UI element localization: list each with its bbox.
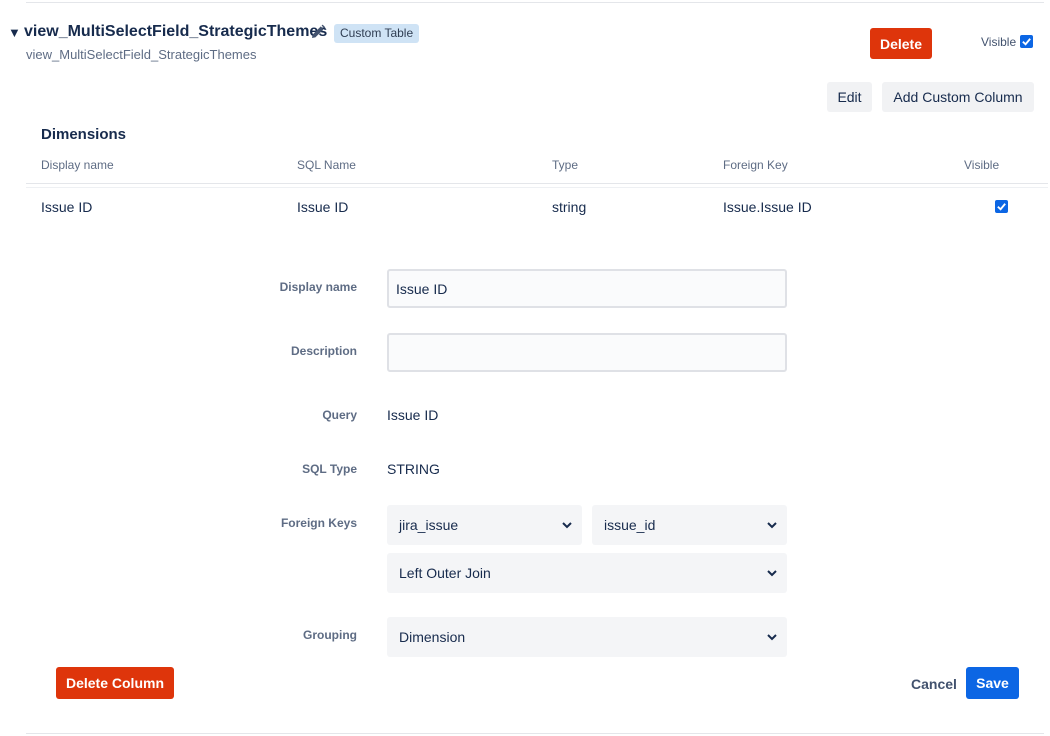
join-type-value: Left Outer Join [399, 565, 491, 581]
fk-table-value: jira_issue [399, 517, 459, 533]
custom-table-badge: Custom Table [334, 24, 420, 43]
fk-column-select[interactable]: issue_id [592, 505, 787, 545]
bottom-divider [26, 733, 1044, 734]
cancel-button[interactable]: Cancel [905, 669, 961, 699]
fk-column-value: issue_id [604, 517, 656, 533]
chevron-down-icon [767, 522, 777, 529]
view-subtitle: view_MultiSelectField_StrategicThemes [26, 47, 257, 62]
dimensions-title: Dimensions [41, 126, 127, 143]
visible-label: Visible [981, 35, 1017, 49]
display-name-input[interactable] [387, 269, 787, 308]
visible-checkbox[interactable] [1020, 35, 1033, 48]
row-visible-checkbox[interactable] [995, 200, 1008, 213]
check-icon [1022, 38, 1031, 46]
check-icon [997, 203, 1006, 211]
fk-table-select[interactable]: jira_issue [387, 505, 582, 545]
column-header-display-name: Display name [41, 158, 114, 172]
top-divider [26, 2, 1044, 3]
cell-foreign-key: Issue.Issue ID [723, 199, 812, 215]
save-button[interactable]: Save [966, 667, 1019, 699]
delete-column-button[interactable]: Delete Column [56, 667, 174, 699]
sql-type-value: STRING [387, 461, 440, 477]
query-label: Query [322, 408, 357, 422]
delete-button[interactable]: Delete [870, 28, 932, 59]
pencil-icon[interactable] [310, 24, 326, 40]
join-type-select[interactable]: Left Outer Join [387, 553, 787, 593]
grouping-select[interactable]: Dimension [387, 617, 787, 657]
chevron-down-icon [767, 634, 777, 641]
column-header-sql-name: SQL Name [297, 158, 356, 172]
column-header-visible: Visible [964, 158, 1000, 172]
edit-button[interactable]: Edit [827, 82, 872, 112]
description-label: Description [290, 344, 357, 358]
query-value: Issue ID [387, 407, 439, 423]
cell-type: string [552, 199, 587, 215]
view-title: view_MultiSelectField_StrategicThemes [24, 23, 328, 40]
cell-display-name[interactable]: Issue ID [41, 199, 92, 215]
column-header-foreign-key: Foreign Key [723, 158, 788, 172]
foreign-keys-label: Foreign Keys [280, 516, 357, 530]
chevron-down-icon [767, 570, 777, 577]
grouping-label: Grouping [303, 628, 357, 642]
grouping-value: Dimension [399, 629, 466, 645]
triangle-down-icon[interactable]: ▼ [8, 25, 21, 40]
cell-sql-name: Issue ID [297, 199, 349, 215]
header-divider [26, 183, 1048, 184]
display-name-label: Display name [279, 280, 357, 294]
description-input[interactable] [387, 333, 787, 372]
chevron-down-icon [562, 522, 572, 529]
row-divider [26, 187, 1048, 188]
add-custom-column-button[interactable]: Add Custom Column [882, 82, 1034, 112]
sql-type-label: SQL Type [302, 462, 357, 476]
column-header-type: Type [552, 158, 579, 172]
